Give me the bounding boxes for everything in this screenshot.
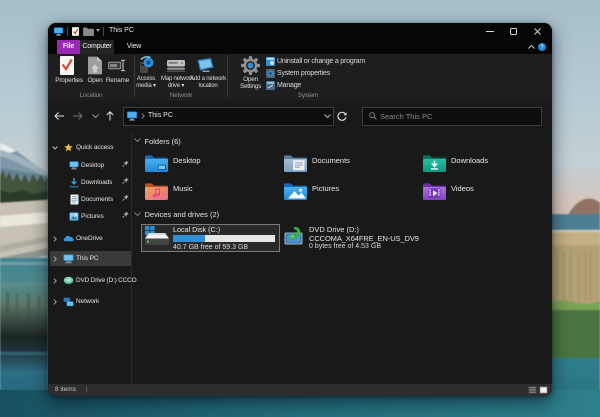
svg-text:?: ? bbox=[540, 44, 544, 51]
